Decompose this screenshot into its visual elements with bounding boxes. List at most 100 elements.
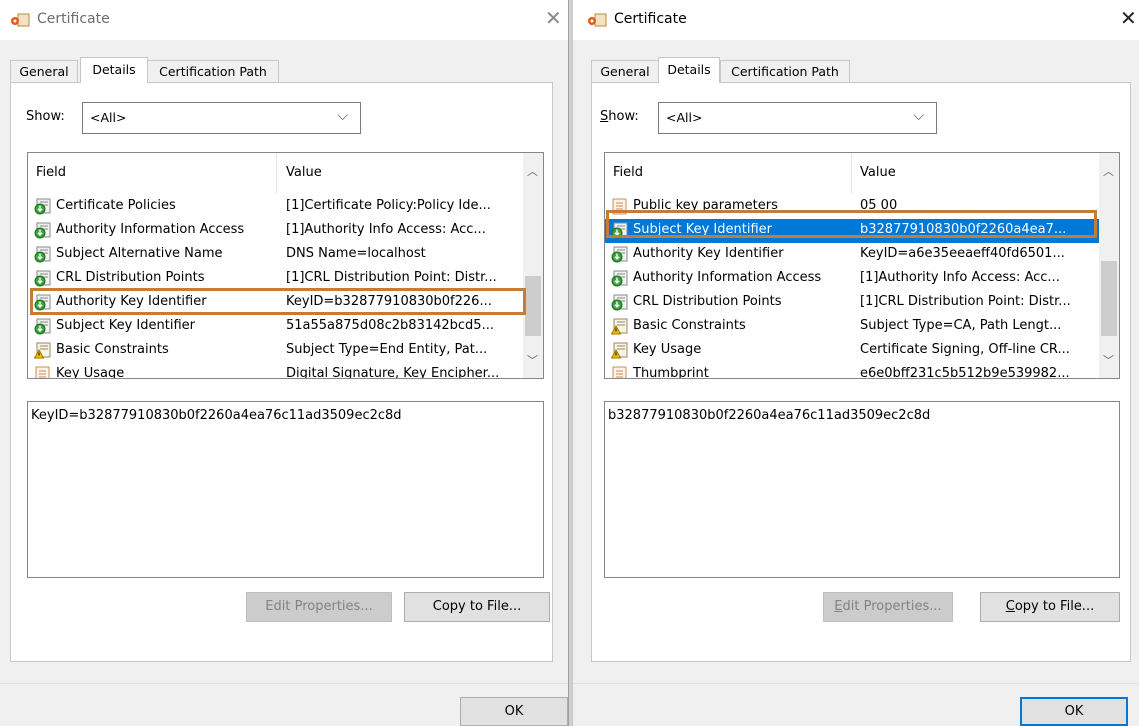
list-row[interactable]: Basic Constraints Subject Type=End Entity… xyxy=(28,339,523,363)
column-header-field[interactable]: Field xyxy=(36,165,66,180)
field-name: Basic Constraints xyxy=(633,318,746,333)
cert-ext-icon xyxy=(34,222,51,239)
field-name: Certificate Policies xyxy=(56,198,176,213)
field-value: KeyID=b32877910830b0f226... xyxy=(286,294,492,309)
tab-details[interactable]: Details xyxy=(658,57,720,83)
cert-warning-icon xyxy=(33,342,51,359)
list-row[interactable]: CRL Distribution Points [1]CRL Distributi… xyxy=(605,291,1099,315)
scroll-thumb[interactable] xyxy=(525,276,541,336)
fields-list[interactable]: Field Value Certificate Policies [1]Certi… xyxy=(27,152,544,379)
list-row[interactable]: Public key parameters 05 00 xyxy=(605,195,1099,219)
cert-ext-icon xyxy=(611,222,628,239)
field-value: Subject Type=End Entity, Pat... xyxy=(286,342,488,357)
list-row[interactable]: Authority Information Access [1]Authority… xyxy=(28,219,523,243)
field-value: KeyID=a6e35eeaeff40fd6501... xyxy=(860,246,1065,261)
ok-button[interactable]: OK xyxy=(1020,697,1128,726)
list-row[interactable]: Authority Key Identifier KeyID=a6e35eeaef… xyxy=(605,243,1099,267)
tab-certification-path[interactable]: Certification Path xyxy=(720,60,850,82)
copy-to-file-button[interactable]: Copy to File... xyxy=(404,592,550,622)
cert-ext-icon xyxy=(34,198,51,215)
vertical-scrollbar[interactable]: ︿ ﹀ xyxy=(1099,153,1119,378)
close-icon[interactable]: ✕ xyxy=(1120,6,1137,30)
tab-general[interactable]: General xyxy=(591,60,659,82)
field-name: Subject Key Identifier xyxy=(633,222,772,237)
show-label: Show: xyxy=(26,109,65,124)
list-row[interactable]: Thumbprint e6e0bff231c5b512b9e539982... xyxy=(605,363,1099,379)
scroll-thumb[interactable] xyxy=(1101,261,1117,336)
list-row[interactable]: Key Usage Digital Signature, Key Encipher… xyxy=(28,363,523,379)
tab-general[interactable]: General xyxy=(10,60,78,82)
scroll-down-icon[interactable]: ﹀ xyxy=(1103,352,1114,368)
field-name: CRL Distribution Points xyxy=(56,270,205,285)
field-value-box[interactable]: b32877910830b0f2260a4ea76c11ad3509ec2c8d xyxy=(604,401,1120,578)
list-row[interactable]: Subject Key Identifier b32877910830b0f226… xyxy=(605,219,1099,243)
field-value: [1]CRL Distribution Point: Distr... xyxy=(286,270,497,285)
copy-to-file-button[interactable]: Copy to File... xyxy=(980,592,1120,622)
show-label: Show: xyxy=(600,109,639,124)
vertical-scrollbar[interactable]: ︿ ﹀ xyxy=(523,153,543,378)
field-value: [1]Certificate Policy:Policy Ide... xyxy=(286,198,491,213)
close-icon[interactable]: ✕ xyxy=(545,6,562,30)
list-row[interactable]: Subject Key Identifier 51a55a875d08c2b831… xyxy=(28,315,523,339)
column-header-value[interactable]: Value xyxy=(860,165,896,180)
window-title: Certificate xyxy=(614,11,687,27)
field-name: Basic Constraints xyxy=(56,342,169,357)
cert-warning-icon xyxy=(610,342,628,359)
certificate-dialog-right: Certificate ✕ General Details Certificat… xyxy=(573,0,1139,726)
field-value: 51a55a875d08c2b83142bcd5... xyxy=(286,318,494,333)
show-dropdown-value: <All> xyxy=(666,110,703,125)
column-header-field[interactable]: Field xyxy=(613,165,643,180)
fields-list[interactable]: Field Value Public key parameters 05 00 Su… xyxy=(604,152,1120,379)
field-value: b32877910830b0f2260a4ea7... xyxy=(860,222,1067,237)
field-value: Subject Type=CA, Path Lengt... xyxy=(860,318,1062,333)
edit-properties-button[interactable]: Edit Properties... xyxy=(246,592,392,622)
list-row[interactable]: Subject Alternative Name DNS Name=localho… xyxy=(28,243,523,267)
cert-field-icon xyxy=(611,366,628,378)
field-name: Public key parameters xyxy=(633,198,778,213)
field-value: 05 00 xyxy=(860,198,898,213)
ok-button[interactable]: OK xyxy=(460,697,568,726)
field-name: Authority Key Identifier xyxy=(633,246,784,261)
list-row[interactable]: Authority Information Access [1]Authority… xyxy=(605,267,1099,291)
list-header: Field Value xyxy=(605,153,1099,194)
field-value-box[interactable]: KeyID=b32877910830b0f2260a4ea76c11ad3509… xyxy=(27,401,544,578)
chevron-down-icon: ⌵ xyxy=(913,108,924,124)
scroll-up-icon[interactable]: ︿ xyxy=(1103,163,1114,179)
list-row[interactable]: Certificate Policies [1]Certificate Polic… xyxy=(28,195,523,219)
field-name: Key Usage xyxy=(56,366,125,379)
field-value: [1]Authority Info Access: Acc... xyxy=(286,222,486,237)
field-name: Thumbprint xyxy=(633,366,709,379)
field-name: Authority Information Access xyxy=(633,270,822,285)
list-header: Field Value xyxy=(28,153,523,194)
cert-ext-icon xyxy=(611,246,628,263)
list-row[interactable]: CRL Distribution Points [1]CRL Distributi… xyxy=(28,267,523,291)
show-dropdown-value: <All> xyxy=(90,110,127,125)
tab-details[interactable]: Details xyxy=(80,57,148,83)
field-value: DNS Name=localhost xyxy=(286,246,426,261)
show-dropdown[interactable]: <All> ⌵ xyxy=(658,102,937,134)
scroll-down-icon[interactable]: ﹀ xyxy=(527,352,538,368)
column-header-value[interactable]: Value xyxy=(286,165,322,180)
field-value-text: b32877910830b0f2260a4ea76c11ad3509ec2c8d xyxy=(608,408,931,423)
cert-warning-icon xyxy=(610,318,628,335)
edit-properties-button[interactable]: Edit Properties... xyxy=(823,592,953,622)
field-value: Digital Signature, Key Encipher... xyxy=(286,366,500,379)
cert-ext-icon xyxy=(611,294,628,311)
list-row[interactable]: Authority Key Identifier KeyID=b328779108… xyxy=(28,291,523,315)
field-value: e6e0bff231c5b512b9e539982... xyxy=(860,366,1070,379)
list-row[interactable]: Basic Constraints Subject Type=CA, Path L… xyxy=(605,315,1099,339)
certificate-icon xyxy=(11,13,30,27)
show-dropdown[interactable]: <All> ⌵ xyxy=(82,102,361,134)
title-bar: Certificate ✕ xyxy=(573,0,1139,40)
field-value: [1]CRL Distribution Point: Distr... xyxy=(860,294,1071,309)
list-row[interactable]: Key Usage Certificate Signing, Off-line C… xyxy=(605,339,1099,363)
field-name: Subject Alternative Name xyxy=(56,246,223,261)
cert-ext-icon xyxy=(34,270,51,287)
cert-ext-icon xyxy=(611,270,628,287)
cert-ext-icon xyxy=(34,318,51,335)
cert-ext-icon xyxy=(34,246,51,263)
scroll-up-icon[interactable]: ︿ xyxy=(527,163,538,179)
field-name: Key Usage xyxy=(633,342,702,357)
chevron-down-icon: ⌵ xyxy=(337,108,348,124)
tab-certification-path[interactable]: Certification Path xyxy=(147,60,279,82)
